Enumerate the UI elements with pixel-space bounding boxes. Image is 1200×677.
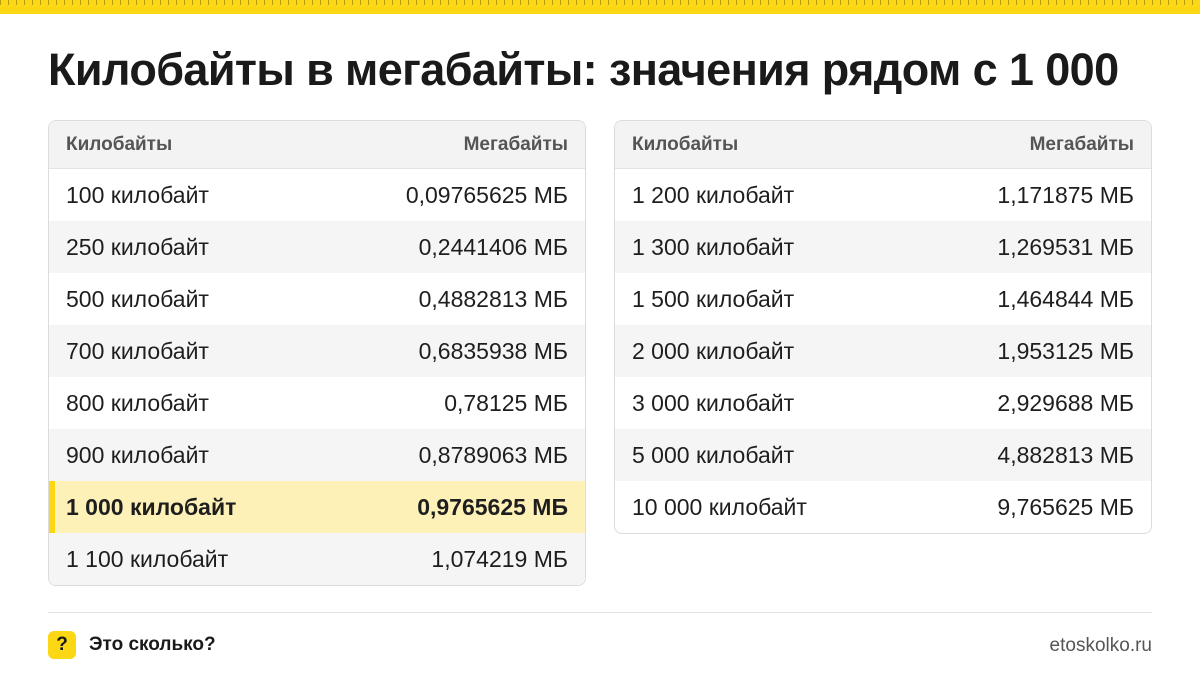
column-header-kilobytes: Килобайты — [632, 133, 739, 155]
cell-kilobytes: 900 килобайт — [66, 441, 209, 468]
cell-kilobytes: 1 200 килобайт — [632, 181, 795, 208]
table-row: 700 килобайт 0,6835938 МБ — [49, 325, 585, 377]
cell-megabytes: 1,269531 МБ — [997, 233, 1134, 260]
table-row: 10 000 килобайт 9,765625 МБ — [615, 481, 1151, 533]
cell-kilobytes: 100 килобайт — [66, 181, 209, 208]
table-row-highlighted: 1 000 килобайт 0,9765625 МБ — [49, 481, 585, 533]
table-row: 800 килобайт 0,78125 МБ — [49, 377, 585, 429]
brand-name: Это сколько? — [89, 634, 216, 655]
table-body: 1 200 килобайт 1,171875 МБ 1 300 килобай… — [615, 169, 1151, 533]
table-row: 1 100 килобайт 1,074219 МБ — [49, 533, 585, 585]
column-header-megabytes: Мегабайты — [1029, 133, 1134, 155]
cell-megabytes: 0,09765625 МБ — [405, 181, 568, 208]
cell-megabytes: 1,171875 МБ — [997, 181, 1134, 208]
cell-kilobytes: 1 000 килобайт — [66, 493, 237, 520]
cell-megabytes: 1,074219 МБ — [431, 545, 568, 572]
site-url[interactable]: etoskolko.ru — [1050, 635, 1152, 657]
brand-logo[interactable]: ? Это сколько? — [48, 631, 216, 659]
cell-megabytes: 0,9765625 МБ — [417, 493, 568, 520]
table-row: 3 000 килобайт 2,929688 МБ — [615, 377, 1151, 429]
cell-megabytes: 0,8789063 МБ — [418, 441, 568, 468]
cell-megabytes: 0,6835938 МБ — [418, 337, 568, 364]
table-row: 5 000 килобайт 4,882813 МБ — [615, 429, 1151, 481]
table-header: Килобайты Мегабайты — [49, 121, 585, 169]
table-row: 2 000 килобайт 1,953125 МБ — [615, 325, 1151, 377]
ruler-strip — [0, 0, 1200, 14]
cell-kilobytes: 5 000 килобайт — [632, 441, 795, 468]
cell-kilobytes: 2 000 килобайт — [632, 337, 795, 364]
cell-kilobytes: 1 300 килобайт — [632, 233, 795, 260]
cell-kilobytes: 800 килобайт — [66, 389, 209, 416]
cell-kilobytes: 3 000 килобайт — [632, 389, 795, 416]
question-mark-icon: ? — [48, 631, 76, 659]
cell-megabytes: 0,2441406 МБ — [418, 233, 568, 260]
cell-kilobytes: 10 000 килобайт — [632, 493, 807, 520]
column-header-kilobytes: Килобайты — [66, 133, 173, 155]
conversion-table-left: Килобайты Мегабайты 100 килобайт 0,09765… — [48, 120, 586, 586]
cell-megabytes: 9,765625 МБ — [997, 493, 1134, 520]
cell-kilobytes: 250 килобайт — [66, 233, 209, 260]
conversion-table-right: Килобайты Мегабайты 1 200 килобайт 1,171… — [614, 120, 1152, 534]
cell-megabytes: 0,4882813 МБ — [418, 285, 568, 312]
cell-megabytes: 1,953125 МБ — [997, 337, 1134, 364]
cell-megabytes: 4,882813 МБ — [997, 441, 1134, 468]
table-header: Килобайты Мегабайты — [615, 121, 1151, 169]
table-row: 1 200 килобайт 1,171875 МБ — [615, 169, 1151, 221]
table-row: 500 килобайт 0,4882813 МБ — [49, 273, 585, 325]
table-row: 1 500 килобайт 1,464844 МБ — [615, 273, 1151, 325]
table-row: 100 килобайт 0,09765625 МБ — [49, 169, 585, 221]
table-row: 900 килобайт 0,8789063 МБ — [49, 429, 585, 481]
cell-kilobytes: 1 500 килобайт — [632, 285, 795, 312]
cell-kilobytes: 700 килобайт — [66, 337, 209, 364]
table-row: 1 300 килобайт 1,269531 МБ — [615, 221, 1151, 273]
page-title: Килобайты в мегабайты: значения рядом с … — [48, 44, 1119, 95]
table-body: 100 килобайт 0,09765625 МБ 250 килобайт … — [49, 169, 585, 585]
cell-kilobytes: 1 100 килобайт — [66, 545, 229, 572]
table-row: 250 килобайт 0,2441406 МБ — [49, 221, 585, 273]
footer-divider — [48, 612, 1152, 613]
cell-megabytes: 0,78125 МБ — [444, 389, 568, 416]
cell-megabytes: 1,464844 МБ — [997, 285, 1134, 312]
cell-kilobytes: 500 килобайт — [66, 285, 209, 312]
cell-megabytes: 2,929688 МБ — [997, 389, 1134, 416]
column-header-megabytes: Мегабайты — [463, 133, 568, 155]
